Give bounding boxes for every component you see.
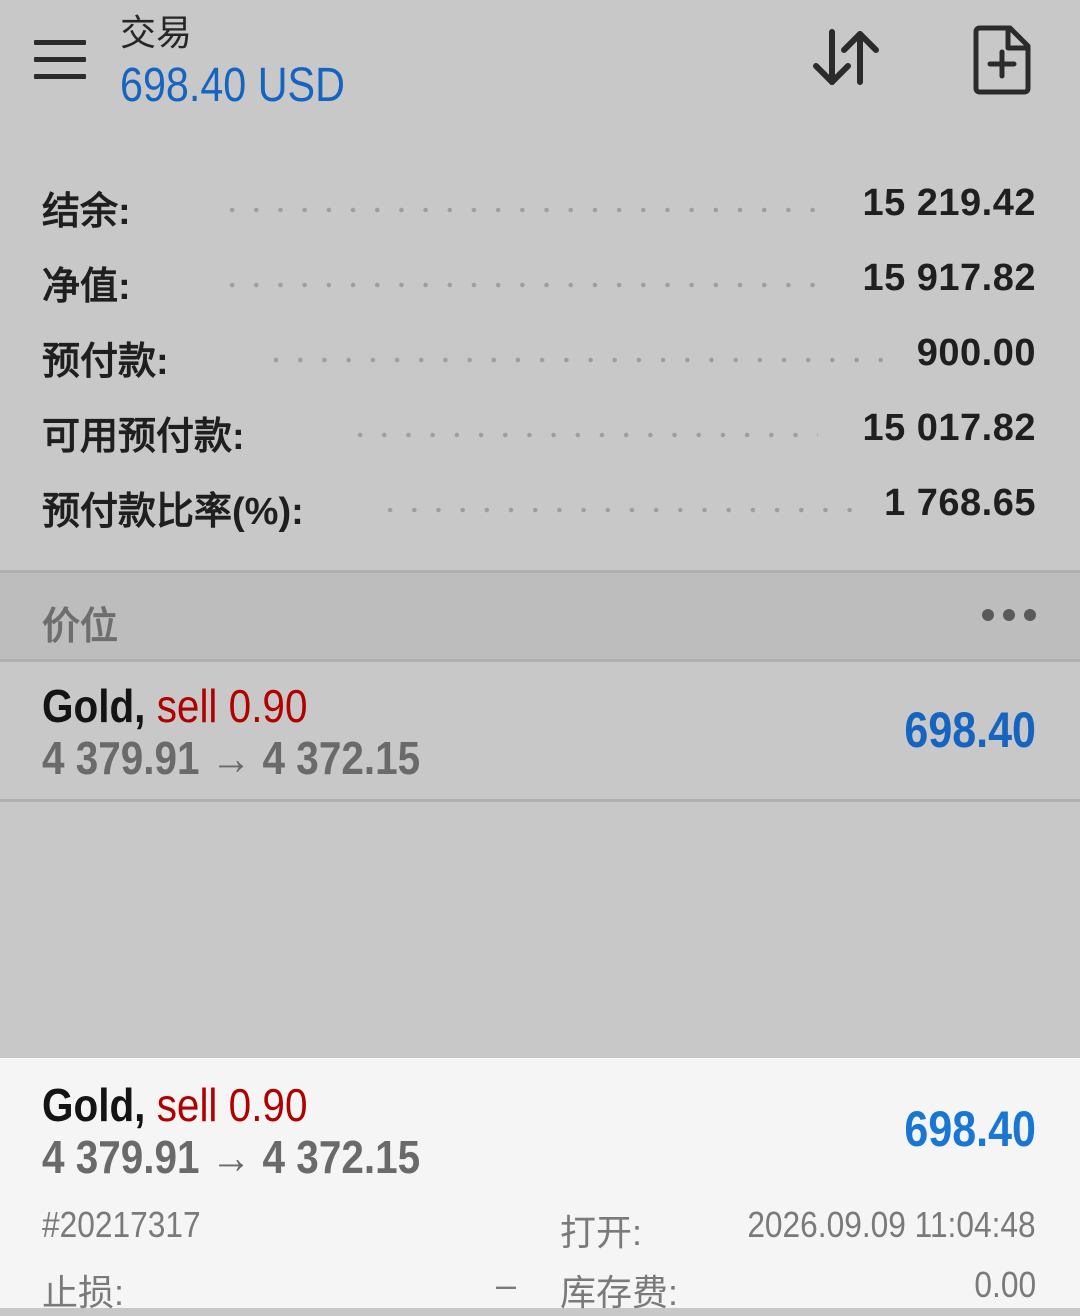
summary-row-equity: 净值: 15 917.82 (0, 243, 1080, 318)
detail-prices: 4 379.91 → 4 372.15 (42, 1131, 421, 1183)
summary-row-margin: 预付款: 900.00 (0, 318, 1080, 393)
open-time-value: 2026.09.09 11:04:48 (747, 1204, 1036, 1245)
summary-row-balance: 结余: 15 219.42 (0, 168, 1080, 243)
swap-label: 库存费: (560, 1272, 679, 1313)
summary-row-free-margin: 可用预付款: 15 017.82 (0, 393, 1080, 468)
positions-section-header: 价位 (0, 570, 1080, 662)
new-order-icon[interactable] (970, 24, 1034, 96)
position-row[interactable]: Gold, sell 0.90 4 379.91 → 4 372.15 698.… (0, 659, 1080, 802)
dot-leader (264, 357, 884, 363)
page-title: 交易 (120, 12, 193, 53)
account-profit-total: 698.40 USD (120, 59, 345, 112)
equity-value: 15 917.82 (862, 257, 1036, 299)
margin-value: 900.00 (916, 332, 1036, 374)
account-summary: 结余: 15 219.42 净值: 15 917.82 预付款: 900.00 … (0, 168, 1080, 543)
free-margin-label: 可用预付款: (42, 416, 245, 458)
menu-icon[interactable] (28, 34, 92, 86)
margin-label: 预付款: (42, 341, 169, 383)
top-app-bar: 交易 698.40 USD (0, 0, 1080, 140)
stop-loss-label: 止损: (42, 1272, 125, 1313)
ticket-number: #20217317 (42, 1204, 201, 1245)
position-side: sell 0.90 (156, 680, 308, 732)
positions-section-title: 价位 (42, 606, 119, 648)
position-title: Gold, sell 0.90 (42, 679, 307, 733)
balance-value: 15 219.42 (862, 182, 1036, 224)
trade-screen: 交易 698.40 USD 结余: 15 219.42 净值: 15 917.8… (0, 0, 1080, 1313)
stop-loss-value: – (496, 1264, 517, 1305)
balance-label: 结余: (42, 191, 131, 233)
dot-leader (220, 207, 815, 213)
detail-title: Gold, sell 0.90 (42, 1078, 307, 1132)
summary-row-margin-level: 预付款比率(%): 1 768.65 (0, 468, 1080, 543)
position-prices: 4 379.91 → 4 372.15 (42, 732, 421, 784)
detail-profit: 698.40 (904, 1101, 1036, 1157)
dot-leader (348, 432, 818, 438)
position-symbol: Gold, (42, 680, 146, 732)
dot-leader (378, 507, 853, 513)
sort-icon[interactable] (808, 24, 884, 94)
margin-level-label: 预付款比率(%): (42, 491, 304, 533)
equity-label: 净值: (42, 266, 131, 308)
dot-leader (220, 282, 815, 288)
detail-side: sell 0.90 (156, 1079, 308, 1131)
more-options-icon[interactable] (982, 603, 1036, 627)
position-profit: 698.40 (904, 702, 1036, 758)
free-margin-value: 15 017.82 (862, 407, 1036, 449)
position-detail-sheet[interactable]: Gold, sell 0.90 4 379.91 → 4 372.15 698.… (0, 1058, 1080, 1313)
detail-symbol: Gold, (42, 1079, 146, 1131)
margin-level-value: 1 768.65 (884, 482, 1036, 524)
open-time-label: 打开: (560, 1212, 643, 1253)
swap-value: 0.00 (974, 1264, 1036, 1305)
